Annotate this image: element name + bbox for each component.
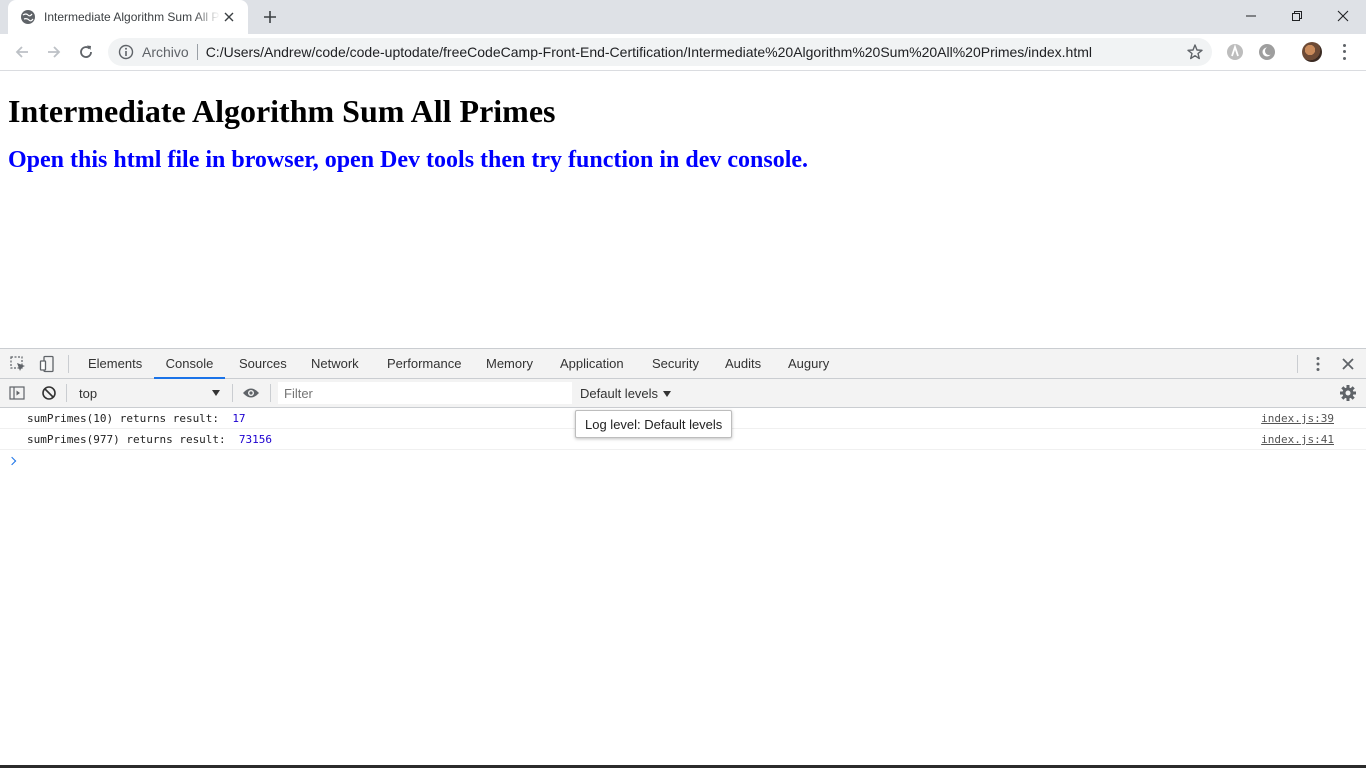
inspect-element-button[interactable]: [8, 354, 28, 374]
kebab-menu-icon: [1316, 357, 1320, 371]
log-source-link[interactable]: index.js:41: [1261, 429, 1334, 450]
log-value: 73156: [238, 433, 273, 446]
toolbar-divider: [68, 355, 69, 373]
console-prompt[interactable]: [0, 450, 1366, 470]
tab-close-icon[interactable]: [220, 8, 238, 26]
new-tab-button[interactable]: [258, 5, 282, 29]
sidebar-toggle-icon: [9, 386, 25, 400]
tab-network[interactable]: Network: [311, 349, 359, 379]
minimize-icon: [1246, 15, 1256, 17]
live-expression-button[interactable]: [242, 384, 260, 402]
log-levels-dropdown[interactable]: Default levels: [580, 379, 672, 408]
chevron-down-icon: [663, 390, 672, 397]
browser-tab[interactable]: Intermediate Algorithm Sum All Primes: [8, 0, 248, 34]
context-selector[interactable]: top: [74, 382, 226, 404]
block-icon: [42, 386, 56, 400]
tab-performance[interactable]: Performance: [387, 349, 461, 379]
clear-console-button[interactable]: [40, 384, 58, 402]
chevron-down-icon: [212, 390, 220, 396]
tab-title: Intermediate Algorithm Sum All Primes: [44, 10, 220, 24]
page-content: Intermediate Algorithm Sum All Primes Op…: [0, 71, 1366, 348]
browser-toolbar: Archivo C:/Users/Andrew/code/code-uptoda…: [0, 34, 1366, 71]
tab-strip: Intermediate Algorithm Sum All Primes: [0, 0, 1366, 34]
restore-button[interactable]: [1274, 0, 1320, 32]
devtools-menu-button[interactable]: [1308, 354, 1328, 374]
extension-icon[interactable]: [1226, 43, 1244, 61]
show-sidebar-button[interactable]: [8, 384, 26, 402]
address-bar[interactable]: Archivo C:/Users/Andrew/code/code-uptoda…: [108, 38, 1212, 66]
close-devtools-button[interactable]: [1338, 354, 1358, 374]
log-levels-label: Default levels: [580, 386, 659, 401]
tab-augury[interactable]: Augury: [788, 349, 829, 379]
close-icon: [1342, 358, 1354, 370]
gear-icon: [1340, 385, 1356, 401]
arrow-left-icon: [15, 46, 28, 58]
toolbar-divider: [270, 384, 271, 402]
page-heading: Intermediate Algorithm Sum All Primes: [8, 93, 556, 129]
toolbar-divider: [66, 384, 67, 402]
bookmark-star-icon[interactable]: [1186, 43, 1204, 61]
tab-security[interactable]: Security: [652, 349, 699, 379]
plus-icon: [264, 11, 276, 23]
url-text[interactable]: C:/Users/Andrew/code/code-uptodate/freeC…: [206, 44, 1092, 60]
device-icon: [39, 355, 54, 373]
close-window-button[interactable]: [1320, 0, 1366, 32]
globe-icon: [21, 10, 35, 24]
profile-avatar[interactable]: [1302, 42, 1322, 62]
dark-mode-extension-icon[interactable]: [1258, 43, 1276, 61]
tab-sources[interactable]: Sources: [239, 349, 287, 379]
tab-console[interactable]: Console: [154, 349, 225, 379]
tab-application[interactable]: Application: [560, 349, 624, 379]
info-icon[interactable]: [118, 44, 134, 60]
back-button[interactable]: [8, 38, 36, 66]
log-level-tooltip: Log level: Default levels: [575, 410, 733, 438]
page-subheading: Open this html file in browser, open Dev…: [8, 147, 809, 173]
tab-audits[interactable]: Audits: [725, 349, 761, 379]
device-toolbar-button[interactable]: [38, 354, 58, 374]
chevron-right-icon: [7, 456, 17, 466]
console-filter-input[interactable]: [278, 382, 572, 404]
tab-memory[interactable]: Memory: [486, 349, 533, 379]
address-separator: [196, 44, 198, 60]
devtools-tab-bar: Elements Console Sources Network Perform…: [0, 349, 1366, 379]
restore-icon: [1292, 11, 1302, 21]
tab-elements[interactable]: Elements: [88, 349, 142, 379]
browser-menu-button[interactable]: [1336, 42, 1352, 62]
close-icon: [1337, 10, 1349, 22]
forward-button[interactable]: [40, 38, 68, 66]
context-value: top: [79, 385, 98, 401]
console-filter-bar: top Default levels: [0, 379, 1366, 408]
reload-button[interactable]: [72, 38, 100, 66]
inspect-icon: [10, 356, 25, 371]
log-message: sumPrimes(10) returns result:: [27, 412, 233, 425]
eye-icon: [243, 388, 259, 398]
toolbar-divider: [1297, 355, 1298, 373]
toolbar-divider: [232, 384, 233, 402]
log-message: sumPrimes(977) returns result:: [27, 433, 239, 446]
minimize-button[interactable]: [1228, 0, 1274, 32]
console-settings-button[interactable]: [1339, 384, 1357, 402]
arrow-right-icon: [48, 46, 61, 58]
log-source-link[interactable]: index.js:39: [1261, 408, 1334, 429]
scheme-label: Archivo: [142, 44, 189, 60]
log-value: 17: [232, 412, 246, 425]
reload-icon: [80, 45, 92, 58]
